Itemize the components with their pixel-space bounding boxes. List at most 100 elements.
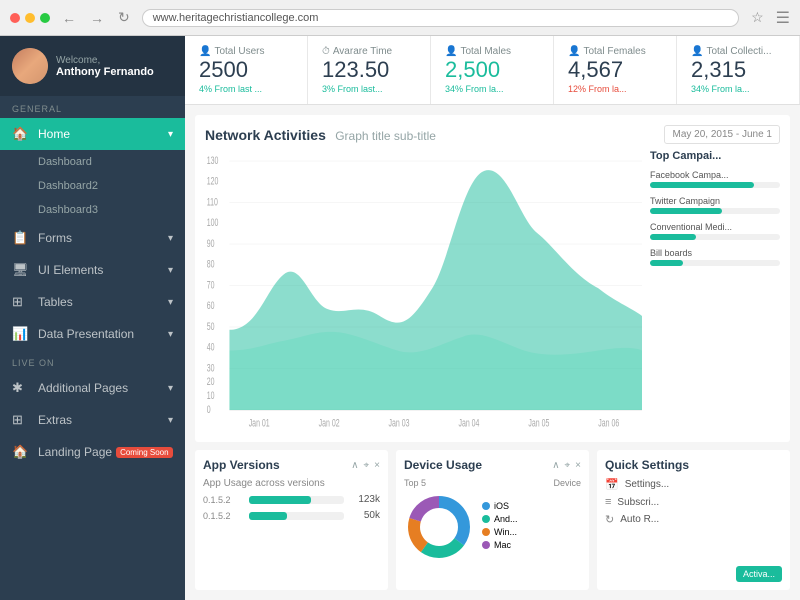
sidebar-item-dashboard3[interactable]: Dashboard3: [0, 198, 185, 222]
campaign-item-twitter: Twitter Campaign: [650, 196, 780, 214]
stat-total-females: 👤 Total Females 4,567 12% From la...: [554, 36, 677, 104]
svg-text:10: 10: [207, 390, 215, 402]
legend-windows: Win...: [482, 527, 518, 537]
close-icon-device[interactable]: ×: [575, 460, 581, 471]
extras-arrow: ▾: [168, 415, 173, 426]
svg-text:90: 90: [207, 238, 215, 250]
date-range[interactable]: May 20, 2015 - June 1: [664, 125, 780, 144]
forms-arrow: ▾: [168, 233, 173, 244]
stat-value-time: 123.50: [322, 57, 416, 83]
top-campaigns: Top Campai... Facebook Campa... Twitter …: [650, 150, 780, 427]
settings-label-3: Auto R...: [620, 514, 659, 525]
version-label-1: 0.1.5.2: [203, 495, 243, 505]
campaign-bar-facebook: [650, 182, 754, 188]
campaign-item-billboards: Bill boards: [650, 248, 780, 266]
svg-text:Jan 04: Jan 04: [458, 417, 479, 427]
svg-text:120: 120: [207, 175, 219, 187]
menu-button[interactable]: ☰: [776, 8, 790, 28]
sidebar-item-data-presentation[interactable]: 📊 Data Presentation ▾: [0, 318, 185, 350]
app-usage-subtitle: App Usage across versions: [203, 478, 380, 489]
campaign-bar-conventional: [650, 234, 696, 240]
stat-avg-time: ⏱ Avarare Time 123.50 3% From last...: [308, 36, 431, 104]
males-icon: 👤: [445, 46, 457, 57]
campaign-bar-bg-conventional: [650, 234, 780, 240]
stat-label-users: 👤 Total Users: [199, 46, 293, 57]
data-icon: 📊: [12, 326, 30, 342]
settings-item-2[interactable]: ≡ Subscri...: [605, 496, 782, 508]
landing-label: Landing Page: [38, 445, 112, 459]
active-badge: Activa...: [736, 566, 782, 582]
version-value-1: 123k: [350, 494, 380, 505]
sidebar-item-home[interactable]: 🏠 Home ▾: [0, 118, 185, 150]
device-usage-header: Device Usage ∧ ⌖ ×: [404, 458, 581, 472]
live-on-section-label: LIVE ON: [0, 350, 185, 372]
home-arrow: ▾: [168, 129, 173, 140]
settings-label-1: Settings...: [625, 479, 669, 490]
version-item-1: 0.1.5.2 123k: [203, 494, 380, 505]
minimize-dot[interactable]: [25, 13, 35, 23]
settings-icon-device[interactable]: ⌖: [565, 460, 571, 471]
campaign-bar-bg-facebook: [650, 182, 780, 188]
device-usage-panel: Device Usage ∧ ⌖ × Top 5 Device: [396, 450, 589, 590]
back-button[interactable]: ←: [58, 8, 80, 28]
ios-label: iOS: [494, 501, 509, 511]
refresh-icon: ↻: [605, 513, 614, 526]
device-usage-controls: ∧ ⌖ ×: [552, 460, 581, 471]
app-versions-controls: ∧ ⌖ ×: [351, 460, 380, 471]
sidebar-item-additional-pages[interactable]: ✱ Additional Pages ▾: [0, 372, 185, 404]
sidebar-item-dashboard[interactable]: Dashboard: [0, 150, 185, 174]
stat-value-collection: 2,315: [691, 57, 785, 83]
sidebar-item-landing[interactable]: 🏠 Landing Page Coming Soon: [0, 436, 185, 468]
version-bar-bg-2: [249, 512, 344, 520]
chart-area: 130 120 110 100 90 80 70 60 50 40 30 20: [205, 150, 780, 427]
females-icon: 👤: [568, 46, 580, 57]
campaign-name-facebook: Facebook Campa...: [650, 170, 780, 180]
sidebar-item-dashboard2[interactable]: Dashboard2: [0, 174, 185, 198]
svg-text:Jan 01: Jan 01: [249, 417, 270, 427]
star-button[interactable]: ☆: [747, 7, 768, 28]
campaign-bar-bg-twitter: [650, 208, 780, 214]
maximize-dot[interactable]: [40, 13, 50, 23]
stat-label-males: 👤 Total Males: [445, 46, 539, 57]
forward-button[interactable]: →: [86, 8, 108, 28]
svg-text:40: 40: [207, 341, 215, 353]
sidebar: Welcome, Anthony Fernando GENERAL 🏠 Home…: [0, 36, 185, 600]
refresh-button[interactable]: ↻: [114, 7, 134, 28]
campaign-bar-billboards: [650, 260, 683, 266]
legend-ios: iOS: [482, 501, 518, 511]
ui-icon: 🖥: [12, 262, 30, 278]
sidebar-item-forms[interactable]: 📋 Forms ▾: [0, 222, 185, 254]
settings-icon[interactable]: ⌖: [364, 460, 370, 471]
stat-total-males: 👤 Total Males 2,500 34% From la...: [431, 36, 554, 104]
campaign-item-conventional: Conventional Medi...: [650, 222, 780, 240]
stat-change-females: 12% From la...: [568, 84, 662, 94]
expand-icon[interactable]: ∧: [351, 460, 358, 471]
donut-chart: [404, 492, 474, 562]
content-area: Network Activities Graph title sub-title…: [185, 105, 800, 600]
sidebar-item-extras[interactable]: ⊞ Extras ▾: [0, 404, 185, 436]
stat-label-females: 👤 Total Females: [568, 46, 662, 57]
close-icon[interactable]: ×: [374, 460, 380, 471]
forms-icon: 📋: [12, 230, 30, 246]
expand-icon-device[interactable]: ∧: [552, 460, 559, 471]
stat-label-time: ⏱ Avarare Time: [322, 46, 416, 57]
address-bar[interactable]: www.heritagechristiancollege.com: [142, 9, 739, 27]
sidebar-item-tables[interactable]: ⊞ Tables ▾: [0, 286, 185, 318]
app-versions-header: App Versions ∧ ⌖ ×: [203, 458, 380, 472]
sidebar-item-ui-elements[interactable]: 🖥 UI Elements ▾: [0, 254, 185, 286]
device-content: iOS And... Win...: [404, 492, 581, 562]
tables-label: Tables: [38, 295, 73, 309]
settings-item-3[interactable]: ↻ Auto R...: [605, 513, 782, 526]
welcome-text: Welcome,: [56, 55, 154, 66]
svg-text:20: 20: [207, 376, 215, 388]
general-section-label: GENERAL: [0, 96, 185, 118]
svg-text:60: 60: [207, 300, 215, 312]
settings-item-1[interactable]: 📅 Settings...: [605, 478, 782, 491]
network-chart-svg: 130 120 110 100 90 80 70 60 50 40 30 20: [205, 150, 642, 427]
legend-android: And...: [482, 514, 518, 524]
ui-arrow: ▾: [168, 265, 173, 276]
svg-text:110: 110: [207, 196, 218, 208]
data-arrow: ▾: [168, 329, 173, 340]
close-dot[interactable]: [10, 13, 20, 23]
campaigns-title: Top Campai...: [650, 150, 780, 162]
